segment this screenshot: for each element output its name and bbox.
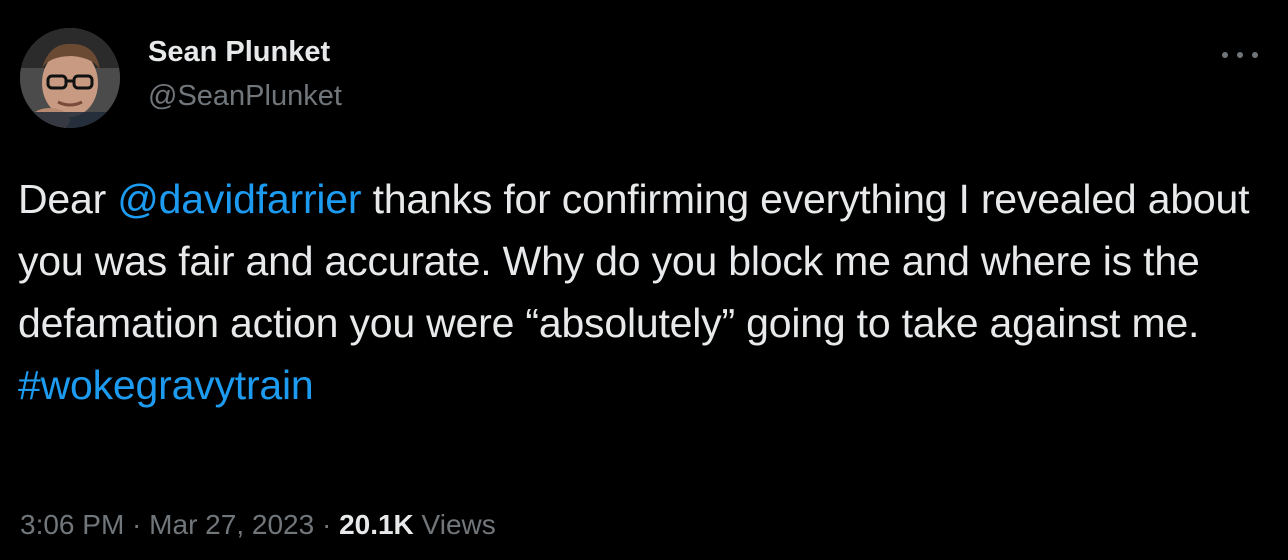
avatar[interactable]: [20, 28, 120, 128]
tweet-card: Sean Plunket @SeanPlunket Dear @davidfar…: [0, 0, 1288, 560]
author-handle[interactable]: @SeanPlunket: [148, 80, 342, 113]
avatar-image: [20, 28, 120, 128]
tweet-time[interactable]: 3:06 PM: [20, 509, 124, 540]
author-name[interactable]: Sean Plunket: [148, 36, 330, 69]
meta-separator: ·: [314, 509, 340, 540]
tweet-text-before: Dear: [18, 176, 118, 222]
meta-separator: ·: [124, 509, 150, 540]
views-count[interactable]: 20.1K: [339, 509, 414, 540]
more-dot: [1252, 52, 1258, 58]
tweet-date[interactable]: Mar 27, 2023: [149, 509, 314, 540]
mention-link[interactable]: @davidfarrier: [117, 176, 361, 222]
more-dot: [1222, 52, 1228, 58]
tweet-text: Dear @davidfarrier thanks for confirming…: [18, 168, 1278, 416]
tweet-meta: 3:06 PM · Mar 27, 2023 · 20.1K Views: [20, 509, 496, 541]
more-horizontal-icon[interactable]: [1214, 36, 1266, 72]
views-label: Views: [413, 509, 496, 540]
more-dot: [1237, 52, 1243, 58]
hashtag-link[interactable]: #wokegravytrain: [18, 362, 314, 408]
